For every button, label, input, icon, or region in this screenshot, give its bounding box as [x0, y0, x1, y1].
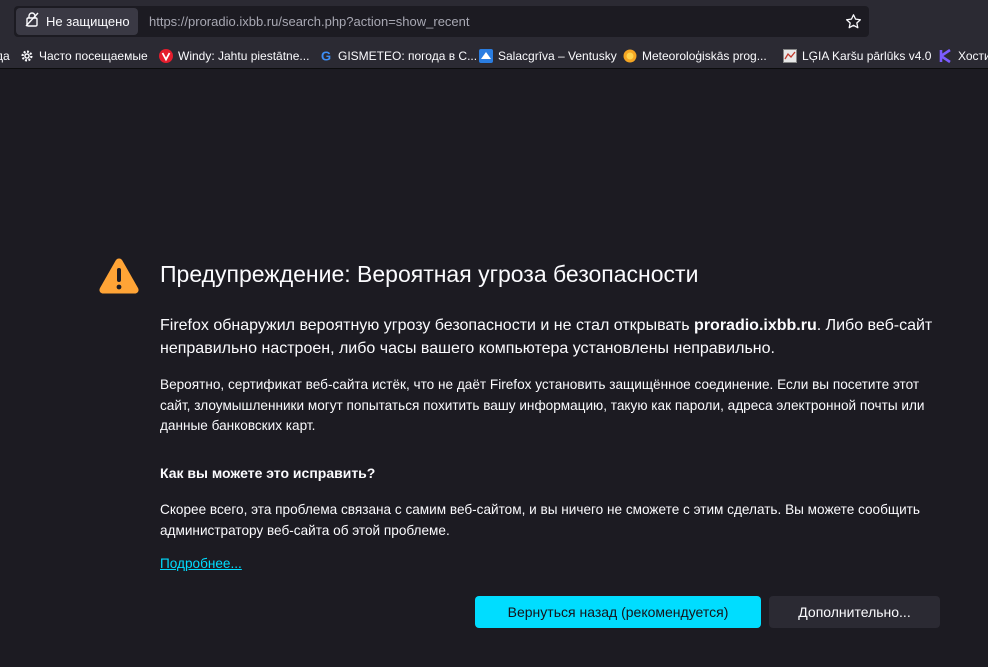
bookmark-item-ventusky[interactable]: Salacgrīva – Ventusky [479, 44, 617, 68]
insecure-lock-icon [24, 11, 40, 32]
bookmark-label: Meteoroloģiskās prog... [642, 49, 767, 63]
bookmark-item-hosting[interactable]: Хости [939, 44, 988, 68]
svg-text:G: G [321, 49, 331, 63]
map-favicon-icon [783, 49, 797, 63]
gear-icon [20, 49, 34, 63]
howto-heading: Как вы можете это исправить? [160, 465, 376, 481]
bookmark-label: Salacgrīva – Ventusky [498, 49, 617, 63]
bookmark-item-lgia[interactable]: LĢIA Karšu pārlūks v4.0 [783, 44, 931, 68]
windy-favicon-icon [159, 49, 173, 63]
k-favicon-icon [939, 49, 953, 63]
host-name: proradio.ixbb.ru [694, 317, 817, 334]
ventusky-favicon-icon [479, 49, 493, 63]
bookmark-label: GISMETEO: погода в С... [338, 49, 478, 63]
browser-toolbar: Не защищено https://proradio.ixbb.ru/sea… [0, 0, 988, 44]
sun-favicon-icon [623, 49, 637, 63]
go-back-button[interactable]: Вернуться назад (рекомендуется) [475, 596, 761, 628]
bookmark-item-windy[interactable]: Windy: Jahtu piestātne... [159, 44, 309, 68]
bookmarks-toolbar: да Часто посещаемые Windy: Jahtu piestāt… [0, 44, 988, 69]
bookmark-item-most-visited[interactable]: Часто посещаемые [20, 44, 148, 68]
bookmark-item[interactable]: да [0, 44, 10, 68]
intro-text: Firefox обнаружил вероятную угрозу безоп… [160, 317, 695, 334]
error-description: Вероятно, сертификат веб-сайта истёк, чт… [160, 377, 925, 433]
learn-more-link[interactable]: Подробнее... [160, 556, 242, 571]
error-page: Предупреждение: Вероятная угроза безопас… [0, 70, 988, 667]
url-text[interactable]: https://proradio.ixbb.ru/search.php?acti… [149, 6, 470, 37]
warning-icon [98, 256, 140, 296]
bookmark-label: Windy: Jahtu piestātne... [178, 49, 310, 63]
advanced-button[interactable]: Дополнительно... [769, 596, 940, 628]
bookmark-item-meteo[interactable]: Meteoroloģiskās prog... [623, 44, 767, 68]
bookmark-label: да [0, 49, 10, 63]
bookmark-item-gismeteo[interactable]: G GISMETEO: погода в С... [319, 44, 477, 68]
bookmark-label: Хости [958, 49, 988, 63]
site-identity-label: Не защищено [46, 14, 130, 29]
howto-advice: Скорее всего, эта проблема связана с сам… [160, 502, 920, 538]
bookmark-star-icon[interactable] [843, 11, 863, 31]
error-intro: Firefox обнаружил вероятную угрозу безоп… [160, 314, 950, 360]
site-identity-button[interactable]: Не защищено [16, 8, 138, 35]
bookmark-label: LĢIA Karšu pārlūks v4.0 [802, 49, 932, 63]
url-bar[interactable]: Не защищено https://proradio.ixbb.ru/sea… [14, 6, 869, 37]
page-title: Предупреждение: Вероятная угроза безопас… [160, 261, 699, 287]
gismeteo-favicon-icon: G [319, 49, 333, 63]
bookmark-label: Часто посещаемые [39, 49, 148, 63]
